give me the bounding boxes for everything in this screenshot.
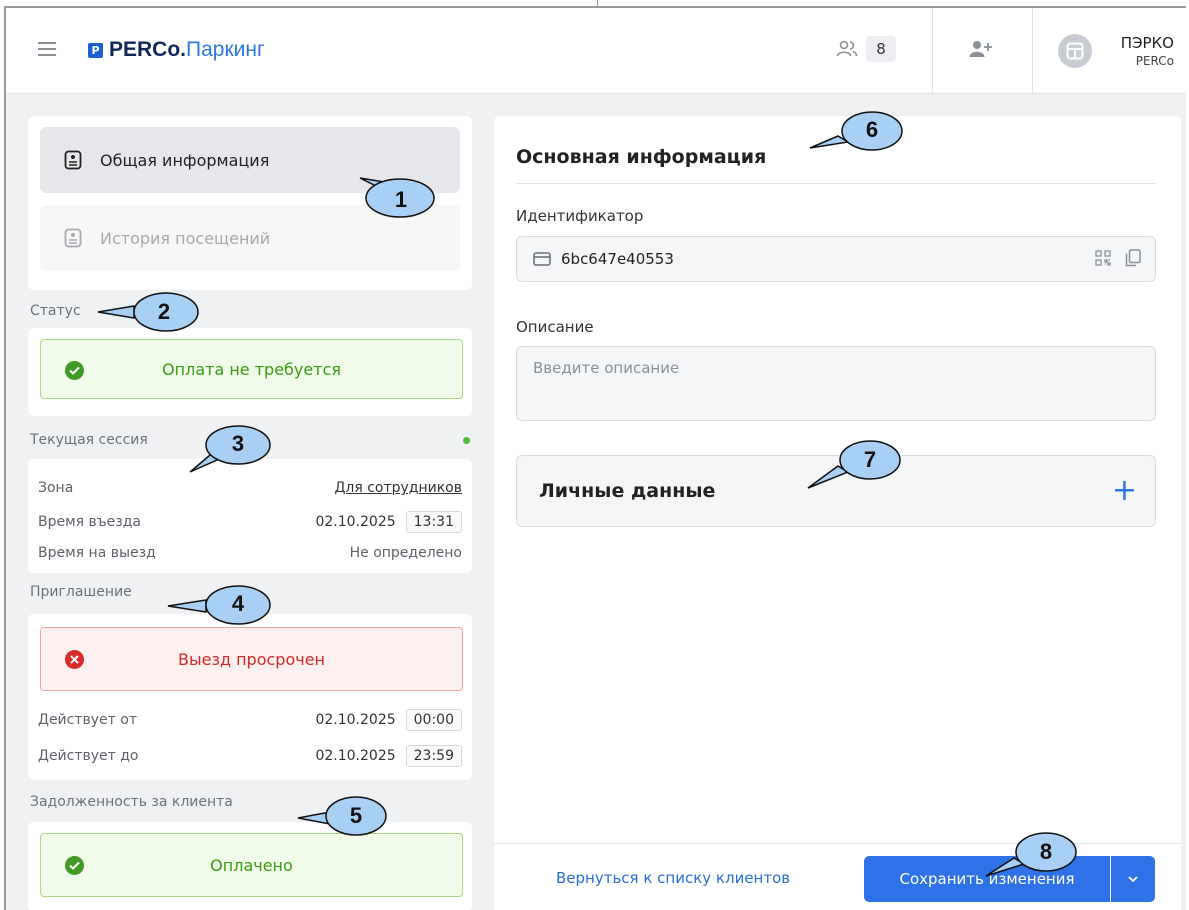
- session-active-indicator: [463, 437, 470, 444]
- status-alert: Оплата не требуется: [40, 339, 463, 399]
- callout-number: 6: [865, 117, 879, 142]
- session-zone-row: Зона Для сотрудников: [38, 477, 462, 499]
- debt-alert: Оплачено: [40, 833, 463, 897]
- zone-label: Зона: [38, 480, 74, 496]
- app-window: P PERCo. Паркинг 8 ПЭРКО PERCo Общая инф…: [4, 6, 1186, 910]
- user-name[interactable]: ПЭРКО: [1121, 34, 1174, 52]
- menu-icon[interactable]: [38, 42, 56, 56]
- profile-card-icon: [64, 228, 82, 248]
- entry-time-label: Время въезда: [38, 514, 141, 530]
- check-circle-icon: [65, 361, 84, 380]
- id-card-icon: [533, 252, 551, 266]
- avatar[interactable]: [1058, 34, 1092, 68]
- header-divider: [932, 8, 933, 94]
- callout-number: 3: [231, 431, 245, 456]
- session-card: Зона Для сотрудников Время въезда 02.10.…: [28, 459, 472, 573]
- logo-brand: PERCo.: [109, 38, 187, 61]
- callout-2: 2: [96, 290, 199, 334]
- callout-number: 8: [1039, 839, 1053, 864]
- back-to-clients-link[interactable]: Вернуться к списку клиентов: [556, 869, 790, 887]
- plus-icon[interactable]: +: [1112, 476, 1137, 506]
- invitation-alert-text: Выезд просрочен: [177, 649, 325, 669]
- callout-3: 3: [186, 424, 271, 473]
- valid-to-label: Действует до: [38, 748, 139, 764]
- users-count-badge: 8: [866, 36, 896, 62]
- callout-4: 4: [166, 582, 271, 626]
- chevron-down-icon: [1128, 876, 1138, 883]
- debt-label: Задолженность за клиента: [30, 794, 233, 810]
- callout-6: 6: [808, 110, 903, 154]
- status-text: Оплата не требуется: [162, 359, 341, 379]
- nav-item-label: Общая информация: [100, 150, 270, 170]
- description-input[interactable]: [516, 346, 1156, 421]
- app-logo[interactable]: P PERCo. Паркинг: [88, 38, 265, 62]
- callout-1: 1: [358, 174, 438, 218]
- session-label: Текущая сессия: [30, 432, 148, 448]
- invitation-label: Приглашение: [30, 584, 132, 600]
- callout-number: 2: [157, 299, 171, 324]
- users-icon: [836, 40, 858, 57]
- page-title: Основная информация: [516, 146, 767, 168]
- copy-icon[interactable]: [1125, 249, 1141, 267]
- logo-mark: P: [88, 42, 103, 58]
- valid-from-label: Действует от: [38, 712, 137, 728]
- session-entry-row: Время въезда 02.10.2025 13:31: [38, 511, 462, 533]
- status-label: Статус: [30, 303, 81, 319]
- header-divider: [1032, 8, 1033, 94]
- entry-time: 13:31: [405, 511, 462, 533]
- add-user-icon: [969, 41, 992, 57]
- callout-8: 8: [984, 830, 1077, 877]
- entry-date: 02.10.2025: [315, 514, 396, 530]
- add-user-button[interactable]: [969, 40, 993, 62]
- callout-5: 5: [296, 794, 387, 838]
- error-circle-icon: [65, 650, 84, 669]
- online-users-button[interactable]: 8: [836, 36, 896, 62]
- avatar-icon: [1066, 42, 1084, 60]
- identifier-value: 6bc647e40553: [561, 250, 674, 268]
- logo-app-name: Паркинг: [186, 38, 265, 61]
- zone-link[interactable]: Для сотрудников: [334, 480, 462, 496]
- valid-from-date: 02.10.2025: [315, 712, 396, 728]
- identifier-field[interactable]: 6bc647e40553: [516, 236, 1156, 282]
- debt-text: Оплачено: [210, 855, 293, 875]
- user-organization: PERCo: [1135, 54, 1174, 68]
- invitation-to-row: Действует до 02.10.2025 23:59: [38, 745, 462, 767]
- invitation-alert: Выезд просрочен: [40, 627, 463, 691]
- callout-number: 5: [349, 803, 363, 828]
- valid-to-time: 23:59: [405, 745, 462, 767]
- profile-card-icon: [64, 150, 82, 170]
- invitation-card: Выезд просрочен Действует от 02.10.2025 …: [28, 614, 472, 780]
- qr-code-icon[interactable]: [1095, 250, 1111, 266]
- main-info-panel: Основная информация Идентификатор 6bc647…: [494, 116, 1181, 910]
- invitation-from-row: Действует от 02.10.2025 00:00: [38, 709, 462, 731]
- exit-time-value: Не определено: [349, 545, 462, 561]
- session-exit-row: Время на выезд Не определено: [38, 542, 462, 564]
- valid-from-time: 00:00: [405, 709, 462, 731]
- check-circle-icon: [65, 856, 84, 875]
- title-divider: [516, 183, 1156, 184]
- personal-data-title: Личные данные: [539, 480, 716, 502]
- valid-to-date: 02.10.2025: [315, 748, 396, 764]
- app-header: P PERCo. Паркинг 8 ПЭРКО PERCo: [6, 8, 1186, 94]
- callout-number: 7: [863, 447, 877, 472]
- status-card: Оплата не требуется: [28, 328, 472, 416]
- description-label: Описание: [516, 318, 594, 336]
- callout-7: 7: [806, 438, 901, 489]
- callout-number: 1: [394, 187, 408, 212]
- exit-time-label: Время на выезд: [38, 545, 156, 561]
- nav-item-label: История посещений: [100, 228, 271, 248]
- callout-number: 4: [231, 591, 245, 616]
- identifier-label: Идентификатор: [516, 207, 644, 225]
- debt-card: Оплачено: [28, 822, 472, 910]
- save-options-dropdown[interactable]: [1111, 856, 1155, 902]
